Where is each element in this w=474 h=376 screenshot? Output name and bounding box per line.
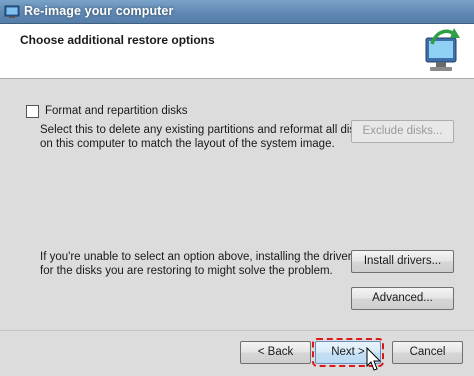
window-title: Re-image your computer xyxy=(24,4,174,18)
install-drivers-button[interactable]: Install drivers... xyxy=(351,250,454,273)
drivers-note-line-1: If you're unable to select an option abo… xyxy=(40,251,358,263)
page-title: Choose additional restore options xyxy=(20,33,215,47)
format-description-line-2: on this computer to match the layout of … xyxy=(40,138,335,150)
wizard-header: Choose additional restore options xyxy=(0,24,474,79)
window-app-icon xyxy=(4,5,20,18)
footer-divider xyxy=(0,330,474,331)
mouse-cursor-icon xyxy=(366,347,382,371)
drivers-note-line-2: for the disks you are restoring to might… xyxy=(40,265,333,277)
cancel-button[interactable]: Cancel xyxy=(392,341,463,364)
computer-restore-icon xyxy=(425,28,460,71)
format-disks-checkbox[interactable] xyxy=(26,105,39,118)
back-button[interactable]: < Back xyxy=(240,341,311,364)
format-disks-label[interactable]: Format and repartition disks xyxy=(45,104,188,119)
format-description-line-1: Select this to delete any existing parti… xyxy=(40,124,367,136)
title-bar: Re-image your computer xyxy=(0,0,474,24)
advanced-button[interactable]: Advanced... xyxy=(351,287,454,310)
exclude-disks-button[interactable]: Exclude disks... xyxy=(351,120,454,143)
